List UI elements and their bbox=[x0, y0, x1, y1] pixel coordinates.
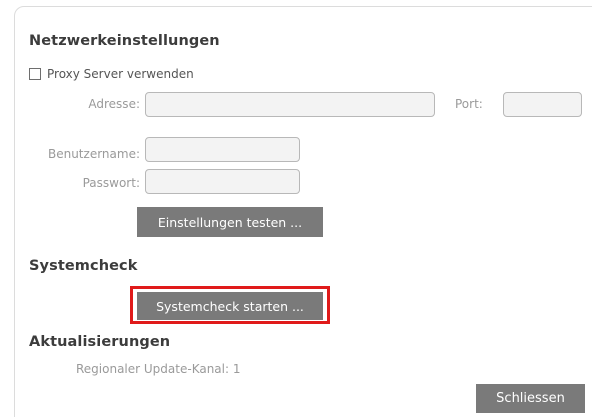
proxy-checkbox-label: Proxy Server verwenden bbox=[47, 67, 194, 81]
proxy-checkbox-row[interactable]: Proxy Server verwenden bbox=[29, 67, 194, 81]
username-input[interactable] bbox=[145, 137, 300, 162]
close-button[interactable]: Schliessen bbox=[476, 384, 585, 413]
port-input[interactable] bbox=[503, 92, 582, 117]
updates-title: Aktualisierungen bbox=[29, 334, 171, 350]
password-label: Passwort: bbox=[82, 176, 140, 190]
start-systemcheck-button[interactable]: Systemcheck starten ... bbox=[137, 292, 323, 320]
proxy-checkbox[interactable] bbox=[29, 68, 41, 80]
username-label: Benutzername: bbox=[47, 147, 140, 161]
network-settings-title: Netzwerkeinstellungen bbox=[29, 33, 220, 49]
test-settings-button[interactable]: Einstellungen testen ... bbox=[137, 207, 323, 237]
password-input[interactable] bbox=[145, 169, 300, 194]
systemcheck-title: Systemcheck bbox=[29, 258, 138, 274]
update-channel-text: Regionaler Update-Kanal: 1 bbox=[76, 362, 241, 376]
address-label: Adresse: bbox=[88, 97, 140, 111]
address-input[interactable] bbox=[145, 92, 435, 117]
port-label: Port: bbox=[455, 97, 483, 111]
settings-dialog: Netzwerkeinstellungen Proxy Server verwe… bbox=[0, 0, 592, 417]
